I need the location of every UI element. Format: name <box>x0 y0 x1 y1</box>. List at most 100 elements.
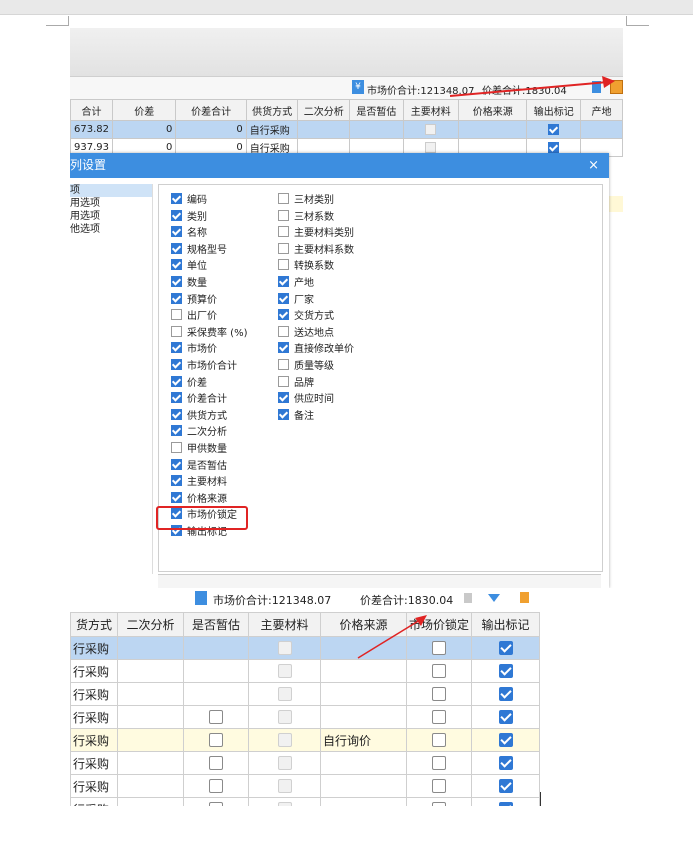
output-checkbox[interactable] <box>498 641 513 656</box>
cell-market-lock[interactable] <box>405 728 473 752</box>
option-checkbox[interactable] <box>171 242 182 254</box>
col-header-analysis[interactable]: 二次分析 <box>297 99 351 121</box>
column-option[interactable]: 规格型号 <box>171 242 247 260</box>
column-option[interactable]: 直接修改单价 <box>278 342 354 359</box>
output-checkbox[interactable] <box>498 779 513 794</box>
option-checkbox[interactable] <box>171 475 182 487</box>
option-checkbox[interactable] <box>171 259 182 271</box>
main-material-checkbox[interactable] <box>277 756 292 771</box>
option-checkbox[interactable] <box>278 259 289 271</box>
col-header-supply[interactable]: 供货方式 <box>245 99 299 121</box>
output-checkbox[interactable] <box>498 687 513 702</box>
cell-market-lock[interactable] <box>405 774 473 798</box>
column-option[interactable]: 品牌 <box>278 375 354 393</box>
cell-price-source[interactable] <box>320 751 407 775</box>
main-material-checkbox[interactable] <box>277 664 292 679</box>
cell-analysis[interactable] <box>117 636 184 660</box>
option-checkbox[interactable] <box>171 458 182 470</box>
cell-main-material[interactable] <box>248 659 321 683</box>
output-checkbox[interactable] <box>548 123 560 135</box>
cell-estimate[interactable] <box>183 797 249 806</box>
market-lock-checkbox[interactable] <box>432 756 446 771</box>
column-option[interactable]: 三材类别 <box>278 193 354 210</box>
cell-origin[interactable] <box>579 120 623 139</box>
cell-analysis[interactable] <box>117 774 184 798</box>
cell-supply[interactable]: 行采购 <box>70 659 118 683</box>
column-option[interactable]: 编码 <box>171 193 247 210</box>
cell-price-source[interactable] <box>320 774 407 798</box>
estimate-checkbox[interactable] <box>209 756 223 771</box>
option-checkbox[interactable] <box>278 375 289 387</box>
cell-analysis[interactable] <box>117 797 184 806</box>
option-checkbox[interactable] <box>171 375 182 387</box>
cell-supply[interactable]: 行采购 <box>70 705 118 729</box>
cell-analysis[interactable] <box>117 728 184 752</box>
cell-supply[interactable]: 行采购 <box>70 774 118 798</box>
column-option[interactable]: 数量 <box>171 275 247 293</box>
column-option[interactable]: 价差 <box>171 375 247 393</box>
cell-supply[interactable]: 行采购 <box>70 636 118 660</box>
cell-estimate[interactable] <box>183 682 249 706</box>
column-option[interactable]: 是否暂估 <box>171 458 247 476</box>
col-header-diff[interactable]: 价差 <box>111 99 177 121</box>
cell-market-lock[interactable] <box>405 682 473 706</box>
column-option[interactable]: 预算价 <box>171 292 247 310</box>
column-option[interactable]: 主要材料系数 <box>278 242 354 260</box>
cell-estimate[interactable] <box>183 751 249 775</box>
cell-estimate[interactable] <box>183 774 249 798</box>
column-option[interactable]: 主要材料 <box>171 475 247 492</box>
column-option[interactable]: 二次分析 <box>171 425 247 442</box>
cell-main-material[interactable] <box>248 705 321 729</box>
cell-market-lock[interactable] <box>405 659 473 683</box>
column-option[interactable]: 市场价 <box>171 342 247 359</box>
table-row[interactable]: 行采购 <box>70 774 541 798</box>
option-checkbox[interactable] <box>278 242 289 254</box>
col-header-total[interactable]: 合计 <box>70 99 113 121</box>
main-material-checkbox[interactable] <box>277 641 292 656</box>
table-row[interactable]: 行采购 <box>70 705 541 729</box>
cell-main-material[interactable] <box>248 682 321 706</box>
col-header-main-material[interactable]: 主要材料 <box>402 99 459 121</box>
option-checkbox[interactable] <box>278 309 289 321</box>
market-lock-checkbox[interactable] <box>432 802 446 806</box>
nav-item[interactable]: 项 <box>70 184 152 197</box>
option-checkbox[interactable] <box>171 292 182 304</box>
col-header-estimate[interactable]: 是否暂估 <box>349 99 404 121</box>
column-option[interactable]: 交货方式 <box>278 309 354 326</box>
cell-market-lock[interactable] <box>405 751 473 775</box>
option-checkbox[interactable] <box>171 408 182 420</box>
cell-diff[interactable]: 0 <box>111 120 177 139</box>
cell-price-source[interactable] <box>457 120 528 139</box>
filter-icon[interactable] <box>488 594 500 602</box>
col-header-origin[interactable]: 产地 <box>579 99 623 121</box>
column-option[interactable]: 主要材料类别 <box>278 226 354 243</box>
main-material-checkbox[interactable] <box>277 802 292 806</box>
option-checkbox[interactable] <box>278 292 289 304</box>
table-row[interactable]: 行采购 <box>70 659 541 683</box>
col-header-supply[interactable]: 货方式 <box>70 612 118 637</box>
cell-output[interactable] <box>471 705 541 729</box>
cell-market-lock[interactable] <box>405 705 473 729</box>
estimate-checkbox[interactable] <box>209 779 223 794</box>
column-option[interactable]: 类别 <box>171 209 247 227</box>
option-checkbox[interactable] <box>278 226 289 238</box>
option-checkbox[interactable] <box>278 392 289 404</box>
cell-price-source[interactable]: 自行询价 <box>320 728 407 752</box>
cell-estimate[interactable] <box>183 636 249 660</box>
market-lock-checkbox[interactable] <box>432 687 446 702</box>
cell-estimate[interactable] <box>349 120 404 139</box>
column-option[interactable]: 厂家 <box>278 292 354 310</box>
col-header-output[interactable]: 输出标记 <box>471 612 541 637</box>
cell-price-source[interactable] <box>320 659 407 683</box>
nav-item[interactable]: 用选项 <box>70 197 152 210</box>
output-checkbox[interactable] <box>498 710 513 725</box>
main-material-checkbox[interactable] <box>277 687 292 702</box>
option-checkbox[interactable] <box>278 193 289 204</box>
col-header-diff-total[interactable]: 价差合计 <box>175 99 247 121</box>
cell-analysis[interactable] <box>117 705 184 729</box>
option-checkbox[interactable] <box>171 325 182 337</box>
column-option[interactable]: 质量等级 <box>278 358 354 376</box>
cell-analysis[interactable] <box>117 682 184 706</box>
cell-diff-total[interactable]: 0 <box>175 120 247 139</box>
col-header-analysis[interactable]: 二次分析 <box>117 612 184 637</box>
